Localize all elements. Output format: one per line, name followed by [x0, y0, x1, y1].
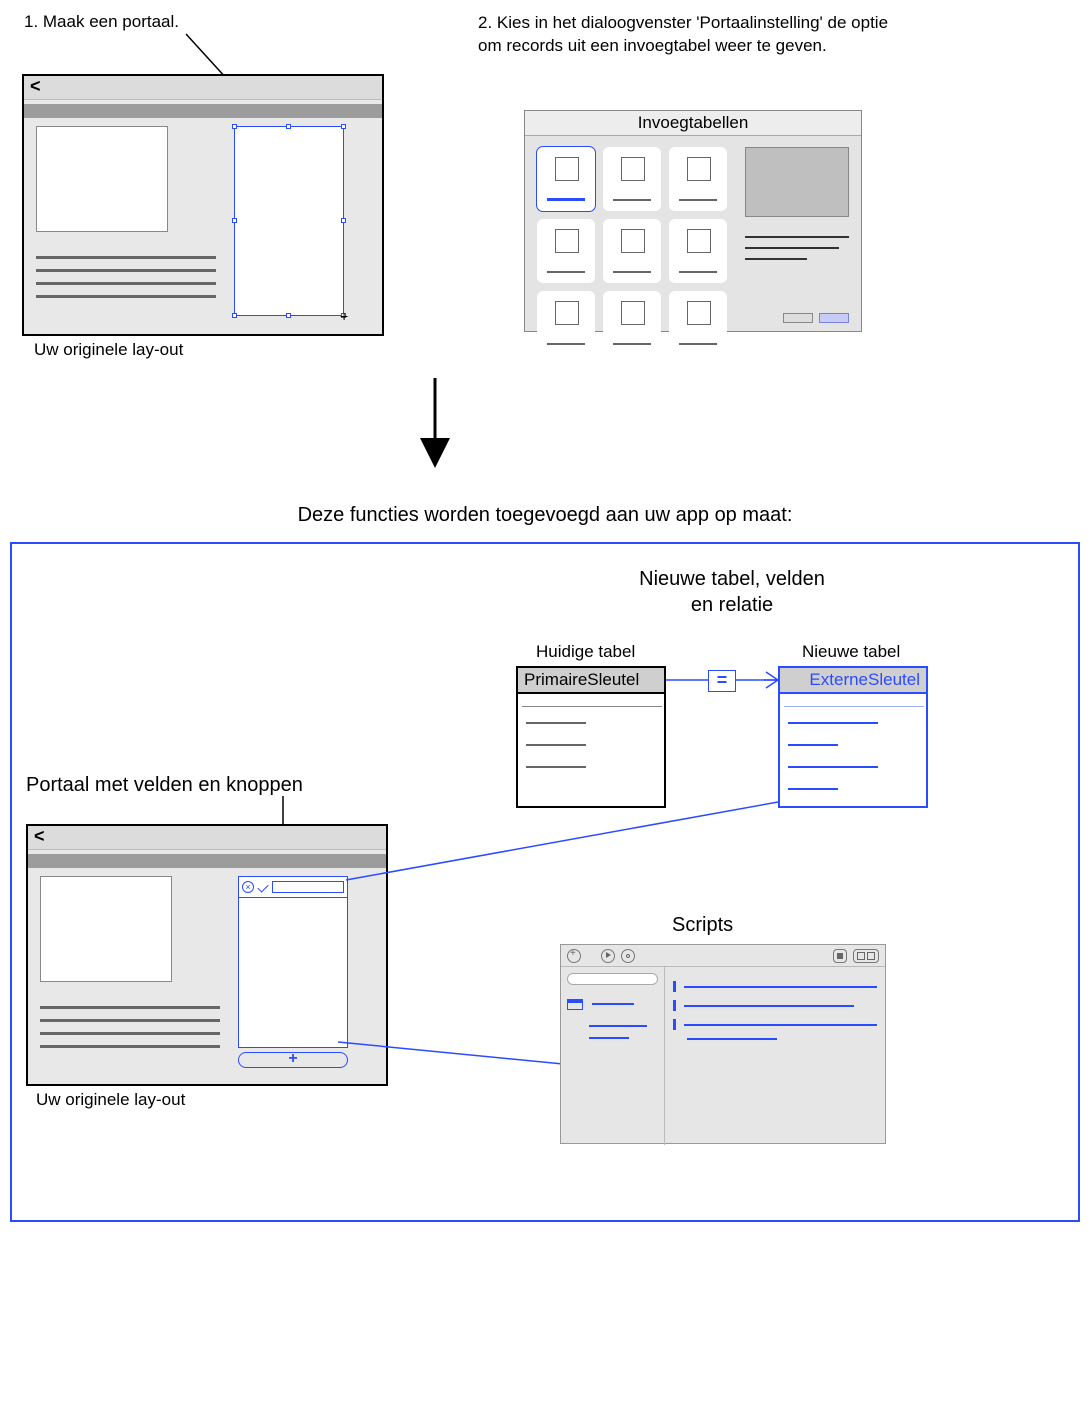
relation-operator: = — [708, 670, 736, 692]
portal-section-title: Portaal met velden en knoppen — [26, 774, 303, 797]
back-chevron: < — [24, 76, 382, 100]
scripts-panel: + — [560, 944, 886, 1144]
cancel-button[interactable] — [783, 313, 813, 323]
folder-icon — [567, 999, 583, 1010]
debug-script-icon[interactable] — [621, 949, 635, 963]
new-script-icon[interactable]: + — [567, 949, 581, 963]
attachment-icon[interactable] — [257, 881, 268, 892]
portal-selection[interactable] — [234, 126, 344, 316]
grid-cell-1[interactable] — [537, 147, 595, 211]
grid-cell-6[interactable] — [669, 219, 727, 283]
image-placeholder — [36, 126, 168, 232]
view-toggle-icon[interactable] — [853, 949, 879, 963]
ribbon-bar — [24, 104, 382, 118]
connector-button-to-scripts — [338, 1038, 598, 1078]
grid-cell-8[interactable] — [603, 291, 661, 355]
original-layout-step1: < + — [22, 74, 384, 336]
script-steps — [665, 967, 885, 1145]
grid-cell-4[interactable] — [537, 219, 595, 283]
portal-setup-dialog: Invoegtabellen — [524, 110, 862, 332]
ok-button[interactable] — [819, 313, 849, 323]
middle-title: Deze functies worden toegevoegd aan uw a… — [8, 504, 1082, 527]
step1-caption: Uw originele lay-out — [34, 340, 183, 360]
current-table: PrimaireSleutel — [516, 666, 666, 808]
grid-cell-2[interactable] — [603, 147, 661, 211]
run-script-icon[interactable] — [601, 949, 615, 963]
dialog-title: Invoegtabellen — [525, 111, 861, 136]
addon-table-grid — [537, 147, 727, 355]
text-lines — [36, 246, 216, 308]
portal-area[interactable] — [238, 876, 348, 1048]
image-placeholder-2 — [40, 876, 172, 982]
step2-text: 2. Kies in het dialoogvenster 'Portaalin… — [478, 12, 898, 58]
grid-cell-3[interactable] — [669, 147, 727, 211]
new-table-label: Nieuwe tabel — [802, 642, 900, 662]
scripts-folder[interactable] — [567, 993, 658, 1015]
step1-text: 1. Maak een portaal. — [24, 12, 324, 32]
resize-cursor-icon: + — [340, 308, 348, 324]
dialog-preview — [745, 147, 849, 217]
dialog-description-lines — [745, 227, 849, 269]
new-table-key: ExterneSleutel — [780, 668, 926, 694]
delete-icon[interactable]: × — [242, 881, 254, 893]
current-table-key: PrimaireSleutel — [518, 668, 664, 694]
connector-table-to-portal — [330, 802, 930, 892]
scripts-sidebar — [561, 967, 665, 1145]
grid-cell-7[interactable] — [537, 291, 595, 355]
tables-title: Nieuwe tabel, velden en relatie — [592, 566, 872, 618]
flow-arrow-down — [420, 378, 450, 468]
text-lines-2 — [40, 996, 220, 1058]
result-box: Nieuwe tabel, velden en relatie Huidige … — [10, 542, 1080, 1222]
scripts-title: Scripts — [672, 914, 733, 937]
current-table-label: Huidige tabel — [536, 642, 635, 662]
grid-cell-9[interactable] — [669, 291, 727, 355]
new-table: ExterneSleutel — [778, 666, 928, 808]
scripts-toolbar: + — [561, 945, 885, 967]
grid-cell-5[interactable] — [603, 219, 661, 283]
stop-icon[interactable] — [833, 949, 847, 963]
portal-add-button[interactable]: + — [238, 1052, 348, 1068]
portal-caption: Uw originele lay-out — [36, 1090, 185, 1110]
scripts-search[interactable] — [567, 973, 658, 985]
